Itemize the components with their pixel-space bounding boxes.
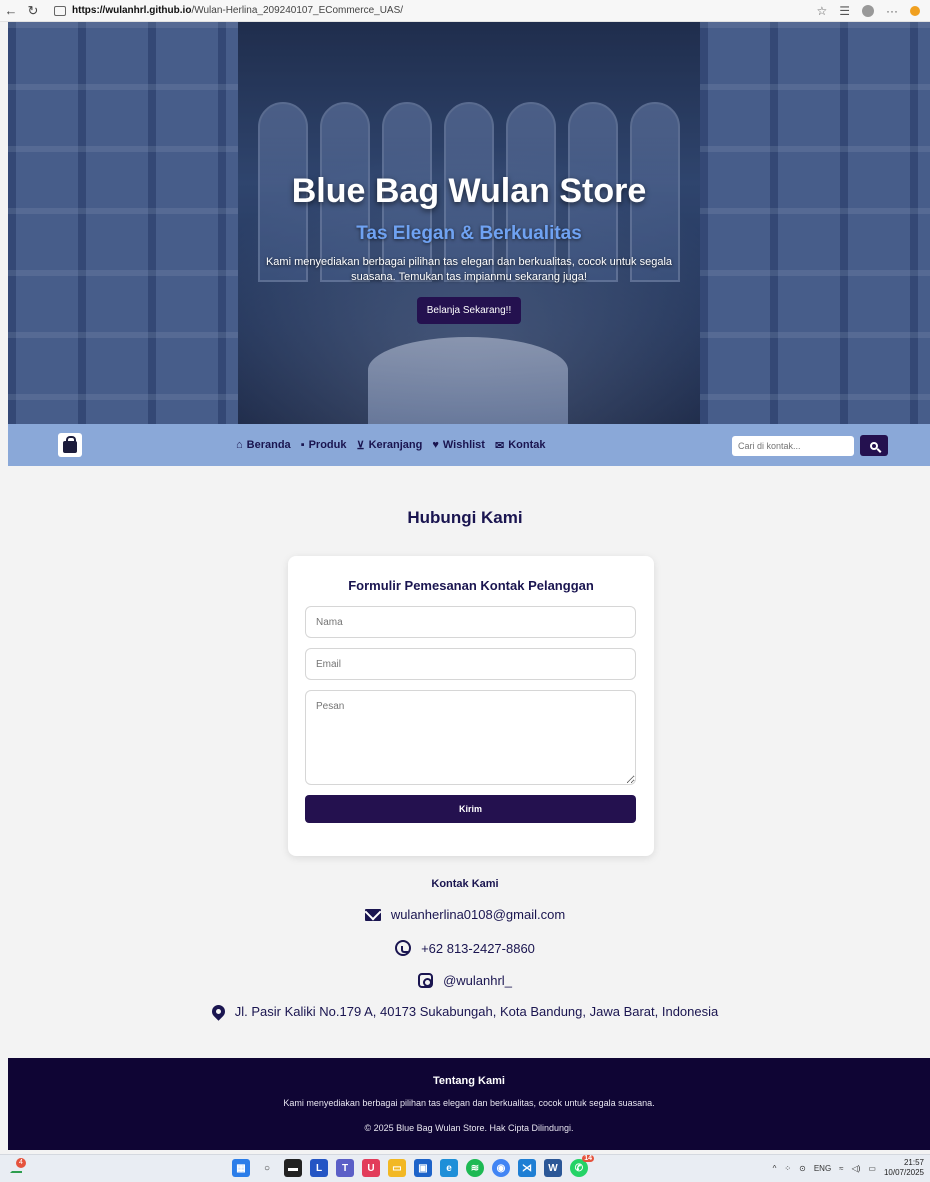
whatsapp-icon [395, 940, 412, 956]
nav-link-keranjang[interactable]: ⊻ Keranjang [357, 439, 423, 452]
contact-instagram-row: @wulanhrl_ [0, 973, 930, 988]
nav-link-label: Kontak [508, 439, 546, 451]
back-icon[interactable]: ← [0, 3, 22, 18]
envelope-icon: ✉ [494, 439, 505, 452]
nav-links: ⌂ Beranda ▪ Produk ⊻ Keranjang ♥ Wishlis… [236, 424, 545, 466]
whatsapp-badge: 14 [582, 1155, 594, 1162]
copilot-icon[interactable] [910, 5, 920, 16]
clock[interactable]: 21:57 10/07/2025 [884, 1158, 924, 1178]
search-icon [870, 441, 878, 450]
contact-address-row: Jl. Pasir Kaliki No.179 A, 40173 Sukabun… [0, 1002, 930, 1021]
whatsapp-taskbar-icon[interactable]: ✆ 14 [570, 1155, 594, 1177]
cart-icon: ⊻ [356, 439, 365, 452]
contact-email-row: wulanherlina0108@gmail.com [0, 907, 930, 922]
contact-form-card: Formulir Pemesanan Kontak Pelanggan Kiri… [288, 556, 654, 856]
contact-instagram: @wulanhrl_ [443, 973, 512, 988]
hero-subtitle: Tas Elegan & Berkualitas [356, 223, 582, 244]
clock-time: 21:57 [903, 1158, 924, 1167]
taskbar-apps: ▦ ○ ▬ L T U ▭ ▣ e ≋ ◉ ⋊ W ✆ 14 [232, 1155, 594, 1177]
tray-app-icon[interactable]: ⁘ [784, 1164, 791, 1173]
footer-description: Kami menyediakan berbagai pilihan tas el… [283, 1098, 655, 1108]
wifi-icon[interactable]: ≈ [839, 1164, 843, 1173]
favorite-star-icon[interactable]: ☆ [816, 4, 827, 18]
language-indicator[interactable]: ENG [814, 1164, 831, 1173]
nav-link-produk[interactable]: ▪ Produk [301, 439, 347, 451]
page-title: Hubungi Kami [407, 508, 523, 527]
hero-description: Kami menyediakan berbagai pilihan tas el… [265, 256, 673, 283]
search-icon[interactable]: ○ [258, 1159, 276, 1177]
footer-title: Tentang Kami [433, 1075, 505, 1087]
contact-phone: +62 813-2427-8860 [421, 940, 535, 956]
clock-date: 10/07/2025 [883, 1168, 924, 1177]
email-field[interactable] [305, 648, 636, 680]
heart-icon: ♥ [432, 439, 439, 451]
os-taskbar: 4 ▦ ○ ▬ L T U ▭ ▣ e ≋ ◉ ⋊ W ✆ 14 ^ ⁘ ⊙ E… [0, 1154, 930, 1182]
form-title: Formulir Pemesanan Kontak Pelanggan [348, 578, 594, 593]
file-explorer-icon[interactable]: ▭ [388, 1159, 406, 1177]
weather-widget-icon[interactable]: 4 [10, 1158, 26, 1175]
site-info-icon[interactable] [54, 5, 66, 16]
vscode-icon[interactable]: ⋊ [518, 1159, 536, 1177]
store-icon[interactable]: ▣ [414, 1159, 432, 1177]
hero-title: Blue Bag Wulan Store [291, 172, 647, 210]
chevron-up-icon[interactable]: ^ [773, 1164, 777, 1173]
shopping-bag-icon: ▪ [300, 439, 305, 451]
refresh-icon[interactable]: ↻ [22, 3, 44, 19]
more-menu-icon[interactable]: ··· [886, 4, 898, 18]
search-input[interactable] [732, 436, 854, 456]
battery-icon[interactable]: ▭ [868, 1164, 876, 1173]
url-host: https://wulanhrl.github.io [72, 5, 192, 16]
instagram-icon [418, 973, 434, 988]
submit-button[interactable]: Kirim [305, 795, 636, 823]
nav-link-kontak[interactable]: ✉ Kontak [495, 439, 546, 452]
profile-icon[interactable] [862, 4, 874, 17]
footer-copyright: © 2025 Blue Bag Wulan Store. Hak Cipta D… [364, 1123, 574, 1133]
edge-icon[interactable]: e [440, 1159, 458, 1177]
search-button[interactable] [860, 435, 888, 456]
hero-banner: Blue Bag Wulan Store Tas Elegan & Berkua… [8, 22, 930, 424]
store-logo[interactable] [58, 433, 82, 457]
nav-link-wishlist[interactable]: ♥ Wishlist [432, 439, 485, 451]
weather-badge: 4 [16, 1158, 26, 1168]
shop-now-button[interactable]: Belanja Sekarang!! [416, 297, 522, 324]
task-view-icon[interactable]: ▬ [284, 1159, 302, 1177]
chrome-icon[interactable]: ◉ [492, 1159, 510, 1177]
nav-link-label: Produk [308, 439, 347, 451]
contact-email: wulanherlina0108@gmail.com [390, 907, 566, 922]
nav-link-beranda[interactable]: ⌂ Beranda [236, 439, 291, 451]
favorites-icon[interactable]: ☰ [839, 4, 850, 18]
hero-content: Blue Bag Wulan Store Tas Elegan & Berkua… [8, 172, 930, 324]
network-tray-icon[interactable]: ⊙ [799, 1164, 806, 1173]
nav-link-label: Wishlist [442, 439, 485, 451]
site-footer: Tentang Kami Kami menyediakan berbagai p… [8, 1058, 930, 1150]
map-pin-icon [209, 1002, 228, 1021]
spotify-icon[interactable]: ≋ [466, 1159, 484, 1177]
name-field[interactable] [305, 606, 636, 638]
envelope-icon [364, 908, 381, 921]
app-l-icon[interactable]: L [310, 1159, 328, 1177]
home-icon: ⌂ [236, 439, 243, 451]
start-icon[interactable]: ▦ [232, 1159, 250, 1177]
nav-link-label: Beranda [246, 439, 291, 451]
contact-address: Jl. Pasir Kaliki No.179 A, 40173 Sukabun… [234, 1004, 719, 1019]
url-path: /Wulan-Herlina_209240107_ECommerce_UAS/ [191, 5, 404, 16]
system-tray: ^ ⁘ ⊙ ENG ≈ ◁) ▭ 21:57 10/07/2025 [773, 1158, 924, 1178]
nav-link-label: Keranjang [368, 439, 423, 451]
address-bar[interactable]: https://wulanhrl.github.io/Wulan-Herlina… [48, 2, 688, 20]
contact-phone-row: +62 813-2427-8860 [0, 940, 930, 956]
contact-info-title: Kontak Kami [431, 878, 499, 890]
main-navbar: ⌂ Beranda ▪ Produk ⊻ Keranjang ♥ Wishlis… [8, 424, 930, 466]
volume-icon[interactable]: ◁) [852, 1164, 861, 1173]
message-field[interactable] [305, 690, 636, 785]
app-u-icon[interactable]: U [362, 1159, 380, 1177]
teams-icon[interactable]: T [336, 1159, 354, 1177]
browser-toolbar: ← ↻ https://wulanhrl.github.io/Wulan-Her… [0, 0, 930, 22]
bag-logo-icon [63, 436, 77, 453]
word-icon[interactable]: W [544, 1159, 562, 1177]
